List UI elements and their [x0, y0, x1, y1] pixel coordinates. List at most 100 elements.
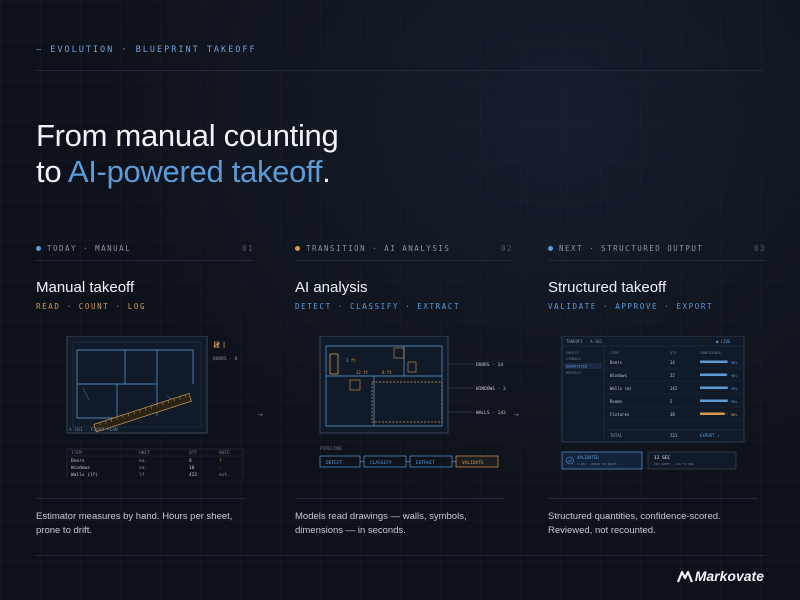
pipeline: DETECT CLASSIFY EXTRACT VALIDATE: [319, 455, 499, 468]
svg-text:ea.: ea.: [139, 459, 147, 464]
column-title: Manual takeoff: [36, 279, 135, 296]
svg-text:CONFIDENCE: CONFIDENCE: [700, 351, 721, 355]
eyebrow: — EVOLUTION · BLUEPRINT TAKEOFF: [36, 45, 257, 55]
svg-text:CLASSIFY: CLASSIFY: [370, 460, 392, 466]
callout-walls: WALLS · 142: [476, 410, 506, 416]
time-card: 12 SEC PER SHEET · AVG TO END: [647, 451, 737, 470]
svg-text:12 ft: 12 ft: [356, 370, 369, 375]
row-qty: 14: [670, 360, 675, 365]
svg-text:8: 8: [189, 458, 192, 464]
row-confidence: 96%: [731, 374, 738, 378]
column-divider: [36, 260, 254, 261]
column-header: TRANSITION · AI ANALYSIS 02: [295, 240, 513, 256]
confidence-bar: [700, 360, 728, 363]
export-link: EXPORT ↗: [700, 433, 719, 438]
description-divider: [36, 498, 246, 499]
svg-text:ITEM: ITEM: [610, 351, 618, 355]
side-item: SHEETS: [566, 351, 579, 355]
column-structured: NEXT · STRUCTURED OUTPUT 03 Structured t…: [548, 240, 766, 540]
side-item: SYMBOLS: [566, 357, 581, 361]
column-header: TODAY · MANUAL 01: [36, 240, 254, 256]
tally-icon: 𝍸𝍷: [213, 341, 228, 351]
svg-text:-: -: [219, 466, 222, 471]
row-item: Walls (m): [610, 386, 632, 391]
svg-text:18: 18: [189, 465, 195, 471]
svg-text:VALIDATED: VALIDATED: [577, 455, 599, 460]
row-confidence: 88%: [731, 413, 738, 417]
headline-line2-prefix: to: [36, 154, 68, 189]
column-ai: TRANSITION · AI ANALYSIS 02 AI analysis …: [295, 240, 513, 540]
column-title: Structured takeoff: [548, 279, 667, 296]
status-dot: [548, 246, 553, 251]
column-tag: TRANSITION · AI ANALYSIS: [306, 243, 451, 253]
svg-text:QTY: QTY: [670, 351, 677, 355]
live-badge: ● LIVE: [716, 339, 731, 344]
column-divider: [295, 260, 513, 261]
headline-suffix: .: [322, 154, 331, 189]
column-description: Structured quantities, confidence-scored…: [548, 511, 721, 536]
brand-logo: Markovate: [676, 568, 764, 584]
svg-text:?: ?: [219, 458, 222, 464]
flow-arrow: →: [258, 410, 263, 419]
column-header: NEXT · STRUCTURED OUTPUT 03: [548, 240, 766, 256]
svg-text:8 ft: 8 ft: [382, 370, 392, 375]
takeoff-panel: TAKEOFF · A-101 ● LIVE SHEETS SYMBOLS QU…: [561, 336, 745, 470]
row-confidence: 99%: [731, 400, 738, 404]
header-divider: [36, 70, 764, 71]
svg-text:ea.: ea.: [139, 466, 147, 471]
flow-arrow: →: [514, 410, 519, 419]
svg-text:EXTRACT: EXTRACT: [416, 460, 435, 466]
footer-divider: [36, 555, 764, 556]
side-item: REPORTS: [566, 371, 581, 375]
column-number: 03: [753, 243, 766, 253]
row-item: Windows: [610, 373, 627, 378]
pipeline-label: PIPELINE: [320, 446, 342, 452]
svg-text:ITEM: ITEM: [71, 450, 82, 456]
description-divider: [295, 498, 505, 499]
svg-text:VALIDATE: VALIDATE: [462, 460, 484, 466]
svg-text:NOTE: NOTE: [219, 450, 230, 456]
confidence-bar: [700, 386, 728, 389]
column-subtitle: READ · COUNT · LOG: [36, 302, 147, 311]
row-item: Doors: [610, 360, 623, 365]
svg-text:est.: est.: [219, 472, 230, 478]
confidence-bar: [700, 412, 725, 415]
svg-text:Windows: Windows: [71, 465, 90, 471]
row-item: Rooms: [610, 399, 623, 404]
headline-accent: AI-powered takeoff: [67, 154, 323, 189]
row-qty: 142: [670, 386, 678, 391]
manual-plan-diagram: A-101 · FLOOR PLAN 𝍸𝍷 DOORS · 8 ITEM UNI…: [66, 336, 244, 478]
svg-text:12 SEC: 12 SEC: [654, 455, 671, 461]
svg-text:lf: lf: [139, 472, 145, 478]
row-confidence: 98%: [731, 361, 738, 365]
column-description: Estimator measures by hand. Hours per sh…: [36, 511, 233, 536]
callout-doors: DOORS · 14: [476, 362, 503, 368]
column-manual: TODAY · MANUAL 01 Manual takeoff READ · …: [36, 240, 254, 540]
column-tag: TODAY · MANUAL: [47, 243, 132, 253]
side-item-active: QUANTITIES: [566, 365, 587, 369]
validated-card: VALIDATED A-101 · READY TO QUOTE: [561, 451, 643, 470]
svg-text:A-101 · READY TO QUOTE: A-101 · READY TO QUOTE: [577, 462, 617, 466]
brand-name: Markovate: [694, 568, 764, 584]
total-value: 221: [670, 433, 678, 438]
svg-text:UNIT: UNIT: [139, 450, 150, 456]
markovate-logo-icon: [676, 570, 693, 583]
svg-text:QTY: QTY: [189, 450, 197, 456]
callout-windows: WINDOWS · 2: [476, 386, 506, 392]
column-title: AI analysis: [295, 279, 368, 296]
column-subtitle: VALIDATE · APPROVE · EXPORT: [548, 302, 714, 311]
panel-title: TAKEOFF · A-101: [566, 339, 603, 344]
column-divider: [548, 260, 766, 261]
headline: From manual counting to AI-powered takeo…: [36, 118, 339, 190]
column-number: 02: [500, 243, 513, 253]
svg-text:422: 422: [189, 472, 197, 478]
column-tag: NEXT · STRUCTURED OUTPUT: [559, 243, 704, 253]
svg-text:3 ft: 3 ft: [346, 358, 356, 363]
svg-text:Walls (lf): Walls (lf): [71, 472, 98, 478]
svg-text:PER SHEET · AVG TO END: PER SHEET · AVG TO END: [654, 462, 694, 466]
total-label: TOTAL: [610, 433, 623, 438]
description-divider: [548, 498, 758, 499]
row-confidence: 99%: [731, 387, 738, 391]
row-qty: 22: [670, 373, 675, 378]
row-qty: 38: [670, 412, 675, 417]
